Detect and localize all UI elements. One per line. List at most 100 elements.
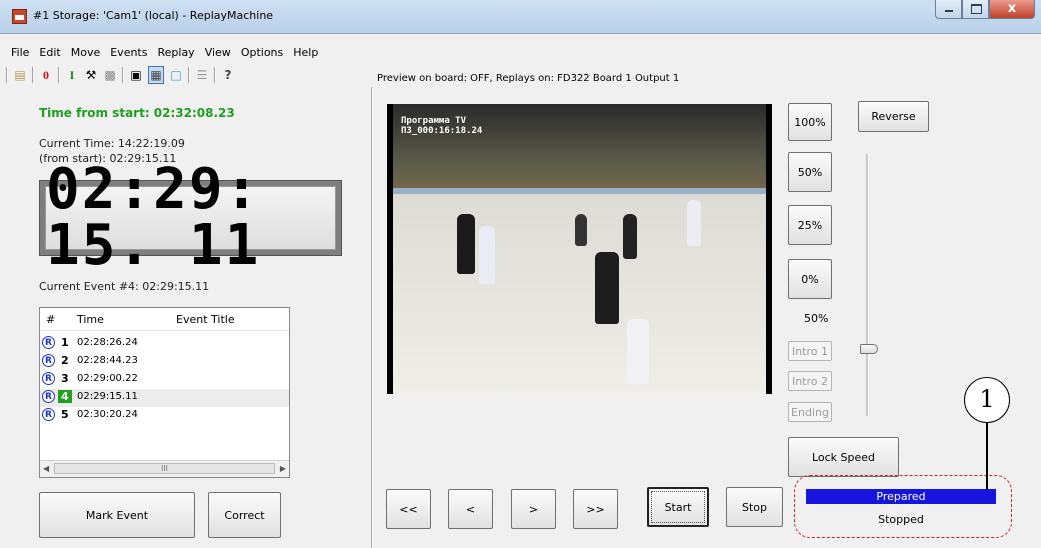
event-number: 4 bbox=[58, 390, 72, 403]
toolbar-separator bbox=[188, 67, 190, 83]
video-player bbox=[457, 214, 475, 274]
speed-100-button[interactable]: 100% bbox=[788, 103, 832, 141]
video-player bbox=[623, 214, 637, 259]
toolbar-grip bbox=[6, 67, 8, 83]
speed-slider-track[interactable] bbox=[866, 154, 869, 416]
column-header-number[interactable]: # bbox=[46, 313, 55, 326]
reverse-button[interactable]: Reverse bbox=[858, 101, 929, 132]
intro2-button[interactable]: Intro 2 bbox=[788, 371, 832, 391]
correct-button[interactable]: Correct bbox=[208, 492, 281, 538]
event-number: 1 bbox=[61, 336, 69, 349]
left-panel: Time from start: 02:32:08.23 Current Tim… bbox=[0, 88, 371, 548]
menu-help[interactable]: Help bbox=[288, 46, 323, 59]
column-header-time[interactable]: Time bbox=[77, 313, 104, 326]
toolbar-separator bbox=[32, 67, 34, 83]
menu-options[interactable]: Options bbox=[236, 46, 288, 59]
start-button[interactable]: Start bbox=[647, 487, 709, 527]
monitor-icon[interactable]: □ bbox=[169, 67, 183, 83]
toolbar-separator bbox=[58, 67, 60, 83]
events-list-header: # Time Event Title bbox=[40, 308, 289, 331]
list-item[interactable]: R 1 02:28:26.24 bbox=[40, 335, 289, 353]
event-time: 02:28:26.24 bbox=[77, 337, 138, 348]
list-item[interactable]: R 2 02:28:44.23 bbox=[40, 353, 289, 371]
events-list[interactable]: # Time Event Title R 1 02:28:26.24 R 2 0… bbox=[39, 307, 290, 478]
video-clip-icon[interactable]: ▣ bbox=[129, 67, 143, 83]
status-stopped: Stopped bbox=[878, 513, 924, 526]
menu-file[interactable]: File bbox=[6, 46, 34, 59]
fast-rewind-button[interactable]: << bbox=[386, 489, 431, 529]
video-preview: Программа TV ПЗ_000:16:18.24 bbox=[387, 104, 772, 394]
speed-0-button[interactable]: 0% bbox=[788, 259, 832, 299]
replay-icon: R bbox=[42, 354, 55, 367]
film-strip-icon[interactable]: ▦ bbox=[148, 66, 164, 84]
zero-icon[interactable]: 0 bbox=[39, 67, 53, 83]
column-header-event-title[interactable]: Event Title bbox=[176, 313, 235, 326]
menu-move[interactable]: Move bbox=[66, 46, 106, 59]
scroll-left-icon[interactable]: ◀ bbox=[43, 464, 49, 473]
menu-replay[interactable]: Replay bbox=[152, 46, 199, 59]
list-item-selected[interactable]: R 4 02:29:15.11 bbox=[40, 389, 289, 407]
time-from-start: Time from start: 02:32:08.23 bbox=[39, 106, 235, 120]
maximize-button[interactable] bbox=[962, 0, 989, 19]
list-icon[interactable]: ☰ bbox=[195, 67, 209, 83]
tools-icon[interactable]: ⚒ bbox=[84, 67, 98, 83]
fast-forward-button[interactable]: >> bbox=[573, 489, 618, 529]
cursor-i-icon[interactable]: I bbox=[65, 67, 79, 83]
event-time: 02:29:00.22 bbox=[77, 373, 138, 384]
window-controls bbox=[935, 0, 1035, 20]
speed-50-button[interactable]: 50% bbox=[788, 152, 832, 192]
video-player bbox=[595, 252, 619, 324]
timecode-display: 02:29: 15. 11 bbox=[39, 162, 342, 274]
app-icon bbox=[12, 9, 27, 24]
replay-icon: R bbox=[42, 372, 55, 385]
window-title: #1 Storage: 'Cam1' (local) - ReplayMachi… bbox=[33, 9, 274, 22]
preview-status: Preview on board: OFF, Replays on: FD322… bbox=[377, 73, 680, 84]
list-item[interactable]: R 3 02:29:00.22 bbox=[40, 371, 289, 389]
event-time: 02:29:15.11 bbox=[77, 391, 138, 402]
video-player bbox=[575, 214, 587, 246]
timecode-digits: 02:29: 15. 11 bbox=[45, 162, 336, 274]
event-time: 02:28:44.23 bbox=[77, 355, 138, 366]
help-icon[interactable]: ? bbox=[221, 67, 235, 83]
toolbar-separator bbox=[122, 67, 124, 83]
mark-event-button[interactable]: Mark Event bbox=[39, 492, 195, 538]
toolbar: ▤ 0 I ⚒ ▩ ▣ ▦ □ ☰ ? bbox=[0, 63, 370, 87]
forward-button[interactable]: > bbox=[511, 489, 556, 529]
current-event: Current Event #4: 02:29:15.11 bbox=[39, 280, 210, 293]
event-number: 5 bbox=[61, 408, 69, 421]
speed-slider-thumb[interactable] bbox=[860, 344, 878, 354]
menu-events[interactable]: Events bbox=[105, 46, 152, 59]
event-number: 2 bbox=[61, 354, 69, 367]
scroll-right-icon[interactable]: ▶ bbox=[280, 464, 286, 473]
horizontal-scrollbar[interactable]: ◀ III ▶ bbox=[40, 460, 289, 477]
video-overlay-line1: Программа TV bbox=[401, 116, 467, 126]
event-number: 3 bbox=[61, 372, 69, 385]
open-folder-icon[interactable]: ▤ bbox=[13, 67, 27, 83]
rewind-button[interactable]: < bbox=[448, 489, 493, 529]
callout-pointer bbox=[986, 422, 988, 490]
lock-speed-button[interactable]: Lock Speed bbox=[788, 437, 899, 477]
stop-button[interactable]: Stop bbox=[726, 487, 783, 527]
status-highlight-frame bbox=[794, 475, 1012, 538]
menu-view[interactable]: View bbox=[200, 46, 236, 59]
title-bar[interactable]: #1 Storage: 'Cam1' (local) - ReplayMachi… bbox=[0, 0, 1041, 34]
menu-bar: File Edit Move Events Replay View Option… bbox=[0, 42, 1041, 62]
list-item[interactable]: R 5 02:30:20.24 bbox=[40, 407, 289, 425]
app-window: #1 Storage: 'Cam1' (local) - ReplayMachi… bbox=[0, 0, 1041, 548]
speed-value: 50% bbox=[804, 312, 829, 325]
intro1-button[interactable]: Intro 1 bbox=[788, 341, 832, 361]
camera-icon[interactable]: ▩ bbox=[103, 67, 117, 83]
replay-icon: R bbox=[42, 408, 55, 421]
menu-edit[interactable]: Edit bbox=[34, 46, 65, 59]
minimize-button[interactable] bbox=[935, 0, 962, 19]
speed-25-button[interactable]: 25% bbox=[788, 205, 832, 245]
status-prepared: Prepared bbox=[806, 489, 996, 504]
scroll-thumb[interactable]: III bbox=[54, 463, 275, 474]
replay-icon: R bbox=[42, 336, 55, 349]
panel-divider[interactable] bbox=[371, 87, 373, 548]
video-player bbox=[627, 319, 649, 384]
close-button[interactable] bbox=[989, 0, 1035, 19]
ending-button[interactable]: Ending bbox=[788, 402, 832, 422]
video-player bbox=[479, 226, 495, 284]
current-time: Current Time: 14:22:19.09 bbox=[39, 137, 185, 150]
